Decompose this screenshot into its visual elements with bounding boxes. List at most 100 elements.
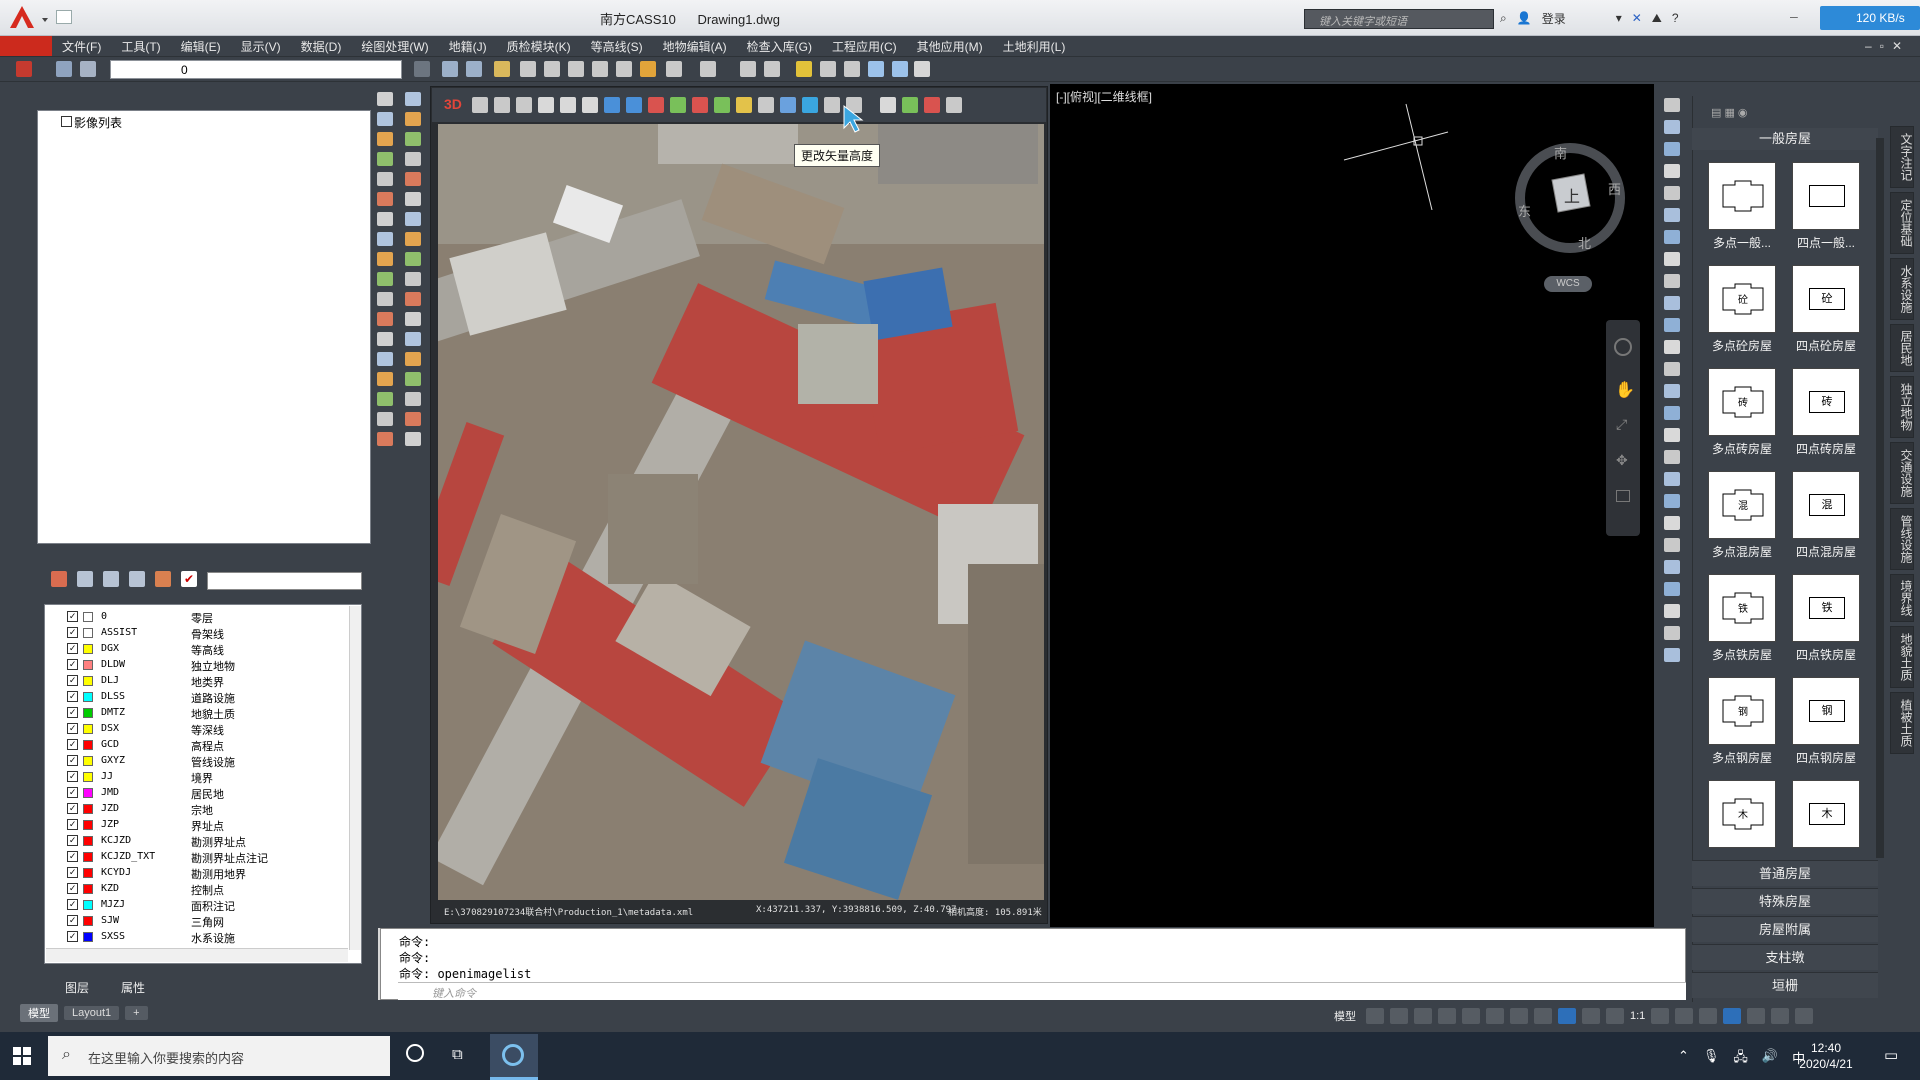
offset-tool-icon[interactable]	[377, 432, 393, 446]
mdi-window-controls[interactable]: –▫✕	[1865, 39, 1920, 53]
palette-tool[interactable]: 混	[1792, 471, 1860, 539]
layer-visible-checkbox[interactable]: ✓	[67, 787, 78, 798]
palette-tool[interactable]: 砖	[1792, 368, 1860, 436]
notification-icon[interactable]: ▭	[1884, 1046, 1898, 1064]
layer-state-icon[interactable]	[80, 61, 96, 77]
layer-row[interactable]: ✓ JZP 界址点	[45, 817, 345, 833]
scale-tool-icon[interactable]	[405, 272, 421, 286]
palette-section[interactable]: 普通房屋	[1692, 860, 1878, 886]
layer-visible-checkbox[interactable]: ✓	[67, 771, 78, 782]
image-tool-icon[interactable]	[472, 97, 488, 113]
image-tool-icon[interactable]	[494, 97, 510, 113]
redo-icon[interactable]	[700, 61, 716, 77]
layer-delete-icon[interactable]	[129, 571, 145, 587]
circle-tool-icon[interactable]	[377, 152, 393, 166]
draw-tool-icon[interactable]	[1664, 626, 1680, 640]
help-icon[interactable]: ?	[1672, 11, 1679, 25]
layer-color-swatch[interactable]	[83, 612, 93, 622]
erase-tool-icon[interactable]	[377, 372, 393, 386]
palette-tool[interactable]: 混	[1708, 471, 1776, 539]
layer-visible-checkbox[interactable]: ✓	[67, 675, 78, 686]
draw-tool-icon[interactable]	[1664, 450, 1680, 464]
erase-tool-icon[interactable]	[405, 132, 421, 146]
palette-side-tab[interactable]: 境界线	[1890, 574, 1914, 622]
cass-icon[interactable]	[16, 61, 32, 77]
palette-section[interactable]: 房屋附属	[1692, 916, 1878, 942]
palette-section[interactable]: 特殊房屋	[1692, 888, 1878, 914]
task-view-icon[interactable]: ⧉	[452, 1046, 463, 1063]
ortho-icon[interactable]	[1414, 1008, 1432, 1024]
layer-color-swatch[interactable]	[83, 884, 93, 894]
layer-row[interactable]: ✓ DLDW 独立地物	[45, 657, 345, 673]
undo-icon[interactable]	[666, 61, 682, 77]
layer-visible-checkbox[interactable]: ✓	[67, 739, 78, 750]
trim-tool-icon[interactable]	[405, 312, 421, 326]
taskbar-cass-app[interactable]	[490, 1034, 538, 1080]
layer-row[interactable]: ✓ DGX 等高线	[45, 641, 345, 657]
aerial-photo[interactable]	[438, 124, 1044, 900]
palette-tool[interactable]: 铁	[1792, 574, 1860, 642]
layer-row[interactable]: ✓ SXSS 水系设施	[45, 929, 345, 945]
add-layout-button[interactable]: +	[125, 1006, 148, 1020]
layer-color-swatch[interactable]	[83, 740, 93, 750]
layer-visible-checkbox[interactable]: ✓	[67, 819, 78, 830]
draw-tool-icon[interactable]	[1664, 98, 1680, 112]
menu-engineering[interactable]: 工程应用(C)	[822, 38, 907, 55]
layer-visible-checkbox[interactable]: ✓	[67, 931, 78, 942]
palette-section[interactable]: 支柱墩	[1692, 944, 1878, 970]
layer-color-swatch[interactable]	[83, 692, 93, 702]
draw-tool-icon[interactable]	[1664, 648, 1680, 662]
text-tool-icon[interactable]	[377, 212, 393, 226]
showmotion-icon[interactable]	[1616, 490, 1630, 502]
pan-hand-icon[interactable]: ✋	[1615, 380, 1635, 400]
layer-search-input[interactable]	[207, 572, 362, 590]
menu-tools[interactable]: 工具(T)	[111, 38, 170, 55]
layer-color-swatch[interactable]	[83, 916, 93, 926]
view-3d-button[interactable]: 3D	[444, 96, 462, 112]
user-icon[interactable]: 👤	[1517, 11, 1532, 25]
image-tool-icon[interactable]	[902, 97, 918, 113]
network-icon[interactable]: 🖧	[1733, 1048, 1748, 1070]
layer-color-swatch[interactable]	[83, 820, 93, 830]
table-tool-icon[interactable]	[377, 352, 393, 366]
open-icon[interactable]	[442, 61, 458, 77]
line-tool-icon[interactable]	[377, 92, 393, 106]
osnap-icon[interactable]	[1462, 1008, 1480, 1024]
customization-menu-icon[interactable]	[1795, 1008, 1814, 1024]
draw-tool-icon[interactable]	[1664, 384, 1680, 398]
menu-feature-edit[interactable]: 地物编辑(A)	[653, 38, 737, 55]
menu-view[interactable]: 显示(V)	[231, 38, 291, 55]
units-icon[interactable]	[1699, 1008, 1718, 1024]
image-tool-icon[interactable]	[516, 97, 532, 113]
annotation-visibility-icon[interactable]	[1582, 1008, 1600, 1024]
layer-row[interactable]: ✓ DLJ 地类界	[45, 673, 345, 689]
layer-visible-checkbox[interactable]: ✓	[67, 835, 78, 846]
menu-check[interactable]: 检查入库(G)	[737, 38, 822, 55]
layer-visible-checkbox[interactable]: ✓	[67, 755, 78, 766]
image-tool-icon[interactable]	[692, 97, 708, 113]
taskbar-search-input[interactable]: 在这里输入你要搜索的内容	[48, 1036, 390, 1076]
pencil-icon[interactable]	[494, 61, 510, 77]
line-icon[interactable]	[892, 61, 908, 77]
model-space-button[interactable]: 模型	[1334, 1008, 1356, 1024]
zoom-extents-icon[interactable]	[592, 61, 608, 77]
draw-tool-icon[interactable]	[1664, 604, 1680, 618]
layer-row[interactable]: ✓ JJ 境界	[45, 769, 345, 785]
draw-tool-icon[interactable]	[1664, 516, 1680, 530]
layer-row[interactable]: ✓ SJW 三角网	[45, 913, 345, 929]
layer-visible-checkbox[interactable]: ✓	[67, 643, 78, 654]
layer-row[interactable]: ✓ GCD 高程点	[45, 737, 345, 753]
layer-row[interactable]: ✓ KCYDJ 勘测用地界	[45, 865, 345, 881]
layer-color-swatch[interactable]	[83, 900, 93, 910]
layer-color-swatch[interactable]	[83, 788, 93, 798]
layer-visible-checkbox[interactable]: ✓	[67, 883, 78, 894]
lineweight-icon[interactable]	[1510, 1008, 1528, 1024]
copy-tool-icon[interactable]	[405, 152, 421, 166]
new-layer-icon[interactable]	[51, 571, 67, 587]
layer-current-icon[interactable]	[155, 571, 171, 587]
menu-edit[interactable]: 编辑(E)	[171, 38, 231, 55]
tab-layers[interactable]: 图层	[65, 979, 89, 996]
table-tool-icon[interactable]	[405, 112, 421, 126]
image-tool-icon[interactable]	[946, 97, 962, 113]
image-tool-icon[interactable]	[880, 97, 896, 113]
